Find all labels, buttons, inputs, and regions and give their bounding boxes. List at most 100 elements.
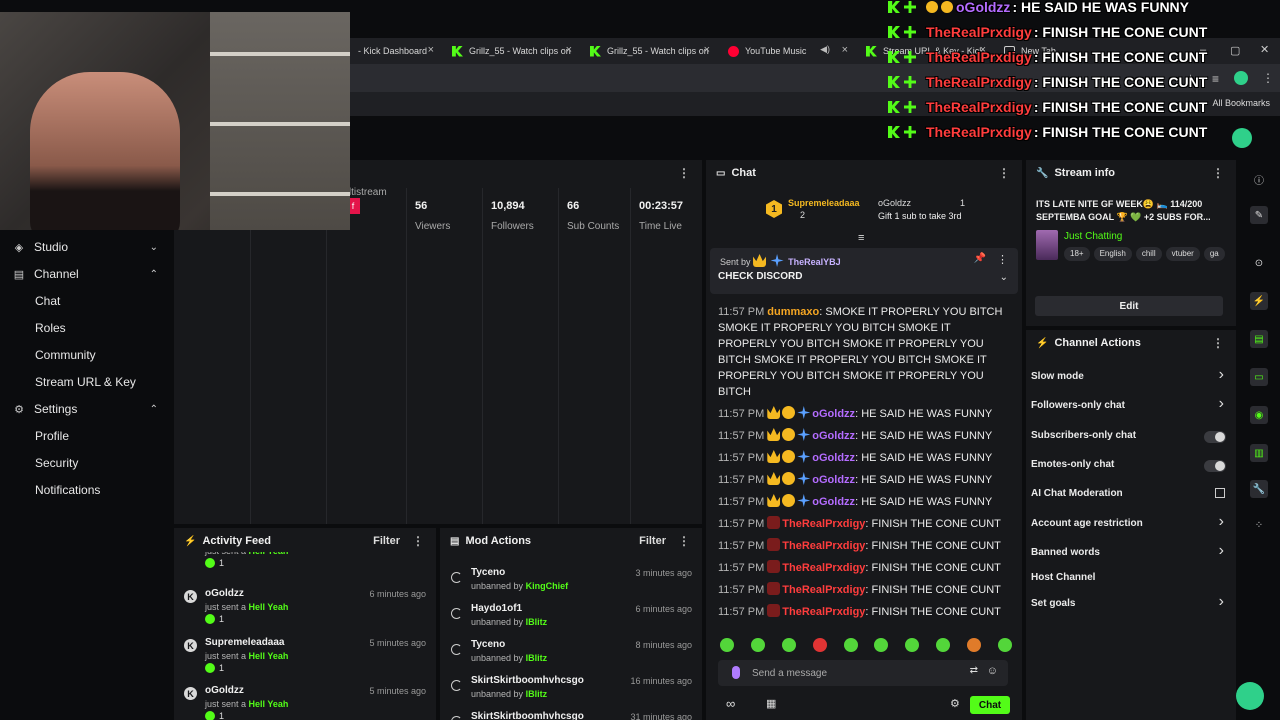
- mod-actor[interactable]: IBlitz: [526, 617, 548, 627]
- emoji-icon[interactable]: ☺: [987, 665, 998, 677]
- emote-icon[interactable]: [936, 638, 951, 652]
- emote-icon[interactable]: [750, 638, 765, 652]
- broadcast-icon[interactable]: ◉: [1250, 406, 1268, 424]
- info-icon[interactable]: ⓘ: [1250, 170, 1268, 188]
- chat-username[interactable]: oGoldzz: [812, 496, 855, 508]
- chat-username[interactable]: oGoldzz: [812, 430, 855, 442]
- settings-gear-icon[interactable]: ⚙: [950, 697, 960, 710]
- external-link-icon[interactable]: [1215, 488, 1225, 498]
- chat-username[interactable]: TheRealPrxdigy: [782, 518, 865, 530]
- chat-bubble-icon[interactable]: ▭: [1250, 368, 1268, 386]
- sidebar-item-community[interactable]: Community: [0, 343, 172, 367]
- chevron-right-icon[interactable]: ›: [1219, 366, 1224, 384]
- emote-icon[interactable]: [843, 638, 858, 652]
- chat-input-box[interactable]: ☺ ⇄: [718, 660, 1008, 686]
- more-options-icon[interactable]: ⋮: [998, 166, 1010, 180]
- target-icon[interactable]: ⊙: [1250, 254, 1268, 272]
- chat-username[interactable]: TheRealPrxdigy: [782, 562, 865, 574]
- chat-message-input[interactable]: [752, 665, 952, 681]
- edit-pencil-icon[interactable]: ✎: [1250, 206, 1268, 224]
- emote-icon[interactable]: [812, 638, 827, 652]
- more-options-icon[interactable]: ⋮: [1212, 166, 1224, 180]
- tab-youtube-music[interactable]: YouTube Music ◀) ×: [722, 40, 852, 62]
- channel-action-account-age-restriction[interactable]: Account age restriction ›: [1026, 513, 1236, 536]
- toggle-switch[interactable]: [1204, 460, 1226, 472]
- stream-category[interactable]: Just Chatting: [1064, 231, 1122, 242]
- stream-tag[interactable]: chill: [1135, 247, 1162, 261]
- apps-icon[interactable]: ⁘: [1250, 516, 1268, 534]
- speaker-icon[interactable]: ◀): [820, 44, 830, 55]
- emote-icon[interactable]: [967, 638, 981, 652]
- pin-icon[interactable]: 📌: [974, 253, 986, 264]
- stream-tag[interactable]: English: [1093, 247, 1132, 261]
- more-options-icon[interactable]: ⋮: [997, 253, 1008, 266]
- sidebar-item-settings[interactable]: ⚙ Settings ⌃: [0, 397, 172, 421]
- chevron-up-icon[interactable]: ⌃: [150, 269, 158, 280]
- mod-actor[interactable]: IBlitz: [526, 689, 548, 699]
- chevron-down-icon[interactable]: ⌄: [150, 242, 158, 253]
- mod-user[interactable]: Haydo1of1: [471, 603, 522, 614]
- sidebar-item-roles[interactable]: Roles: [0, 316, 172, 340]
- chevron-up-icon[interactable]: ⌃: [150, 404, 158, 415]
- chevron-down-icon[interactable]: ⌄: [1000, 272, 1008, 283]
- emote-icon[interactable]: [905, 638, 920, 652]
- filter-lines-icon[interactable]: ≡: [858, 232, 864, 244]
- close-icon[interactable]: ×: [842, 44, 848, 56]
- help-chat-button[interactable]: [1236, 682, 1264, 710]
- stream-tag[interactable]: ga: [1203, 247, 1225, 261]
- channel-action-followers-only-chat[interactable]: Followers-only chat ›: [1026, 395, 1236, 418]
- chat-username[interactable]: dummaxo: [767, 306, 819, 318]
- emote-icon[interactable]: [997, 638, 1012, 652]
- feed-user[interactable]: oGoldzz: [205, 685, 244, 696]
- channel-action-emotes-only-chat[interactable]: Emotes-only chat: [1026, 455, 1236, 477]
- gifter-name[interactable]: oGoldzz: [878, 198, 911, 208]
- channel-action-subscribers-only-chat[interactable]: Subscribers-only chat: [1026, 426, 1236, 448]
- filter-button[interactable]: Filter: [639, 535, 666, 547]
- pinned-user[interactable]: TheRealYBJ: [788, 257, 841, 267]
- chevron-right-icon[interactable]: ›: [1219, 513, 1224, 531]
- chevron-right-icon[interactable]: ›: [1219, 542, 1224, 560]
- chat-username[interactable]: TheRealPrxdigy: [782, 606, 865, 618]
- mod-user[interactable]: SkirtSkirtboomhvhcsgo: [471, 711, 584, 720]
- chevron-right-icon[interactable]: ›: [1219, 395, 1224, 413]
- emote-icon[interactable]: [874, 638, 889, 652]
- more-options-icon[interactable]: ⋮: [412, 534, 424, 548]
- sidebar-item-stream-url-key[interactable]: Stream URL & Key: [0, 370, 172, 394]
- mod-user[interactable]: Tyceno: [471, 567, 505, 578]
- mod-user[interactable]: Tyceno: [471, 639, 505, 650]
- channel-action-set-goals[interactable]: Set goals ›: [1026, 593, 1236, 616]
- sidebar-item-notifications[interactable]: Notifications: [0, 478, 172, 502]
- more-options-icon[interactable]: ⋮: [678, 534, 690, 548]
- mod-actor[interactable]: IBlitz: [526, 653, 548, 663]
- chat-username[interactable]: oGoldzz: [812, 408, 855, 420]
- mod-user[interactable]: SkirtSkirtboomhvhcsgo: [471, 675, 584, 686]
- mod-actor[interactable]: KingChief: [526, 581, 569, 591]
- stream-tag[interactable]: 18+: [1064, 247, 1090, 261]
- feed-user[interactable]: Supremeleadaaa: [205, 637, 285, 648]
- sidebar-item-profile[interactable]: Profile: [0, 424, 172, 448]
- layout-icon[interactable]: ▥: [1250, 444, 1268, 462]
- more-options-icon[interactable]: ⋮: [678, 166, 690, 180]
- channel-action-host-channel[interactable]: Host Channel: [1026, 568, 1236, 590]
- chat-username[interactable]: TheRealPrxdigy: [782, 584, 865, 596]
- chevron-right-icon[interactable]: ›: [1219, 593, 1224, 611]
- chat-username[interactable]: oGoldzz: [812, 474, 855, 486]
- store-icon[interactable]: ▦: [766, 697, 776, 710]
- channel-action-slow-mode[interactable]: Slow mode ›: [1026, 366, 1236, 389]
- channel-action-banned-words[interactable]: Banned words ›: [1026, 542, 1236, 565]
- emote-icon[interactable]: [720, 638, 734, 652]
- gift-sub-cta[interactable]: Gift 1 sub to take 3rd: [878, 211, 962, 221]
- emote-icon[interactable]: [781, 638, 796, 652]
- edit-stream-button[interactable]: Edit: [1035, 296, 1223, 316]
- gifter-name[interactable]: Supremeleadaaa: [788, 198, 860, 208]
- chat-username[interactable]: oGoldzz: [812, 452, 855, 464]
- chat-send-button[interactable]: Chat: [970, 696, 1010, 714]
- more-options-icon[interactable]: ⋮: [1212, 336, 1224, 350]
- chat-username[interactable]: TheRealPrxdigy: [782, 540, 865, 552]
- toggle-switch[interactable]: [1204, 431, 1226, 443]
- translate-icon[interactable]: ⇄: [970, 665, 978, 676]
- close-icon[interactable]: ×: [428, 44, 434, 56]
- close-icon[interactable]: ×: [566, 44, 572, 56]
- wrench-icon[interactable]: 🔧: [1250, 480, 1268, 498]
- tab-kick-dashboard[interactable]: - Kick Dashboard ×: [352, 40, 438, 62]
